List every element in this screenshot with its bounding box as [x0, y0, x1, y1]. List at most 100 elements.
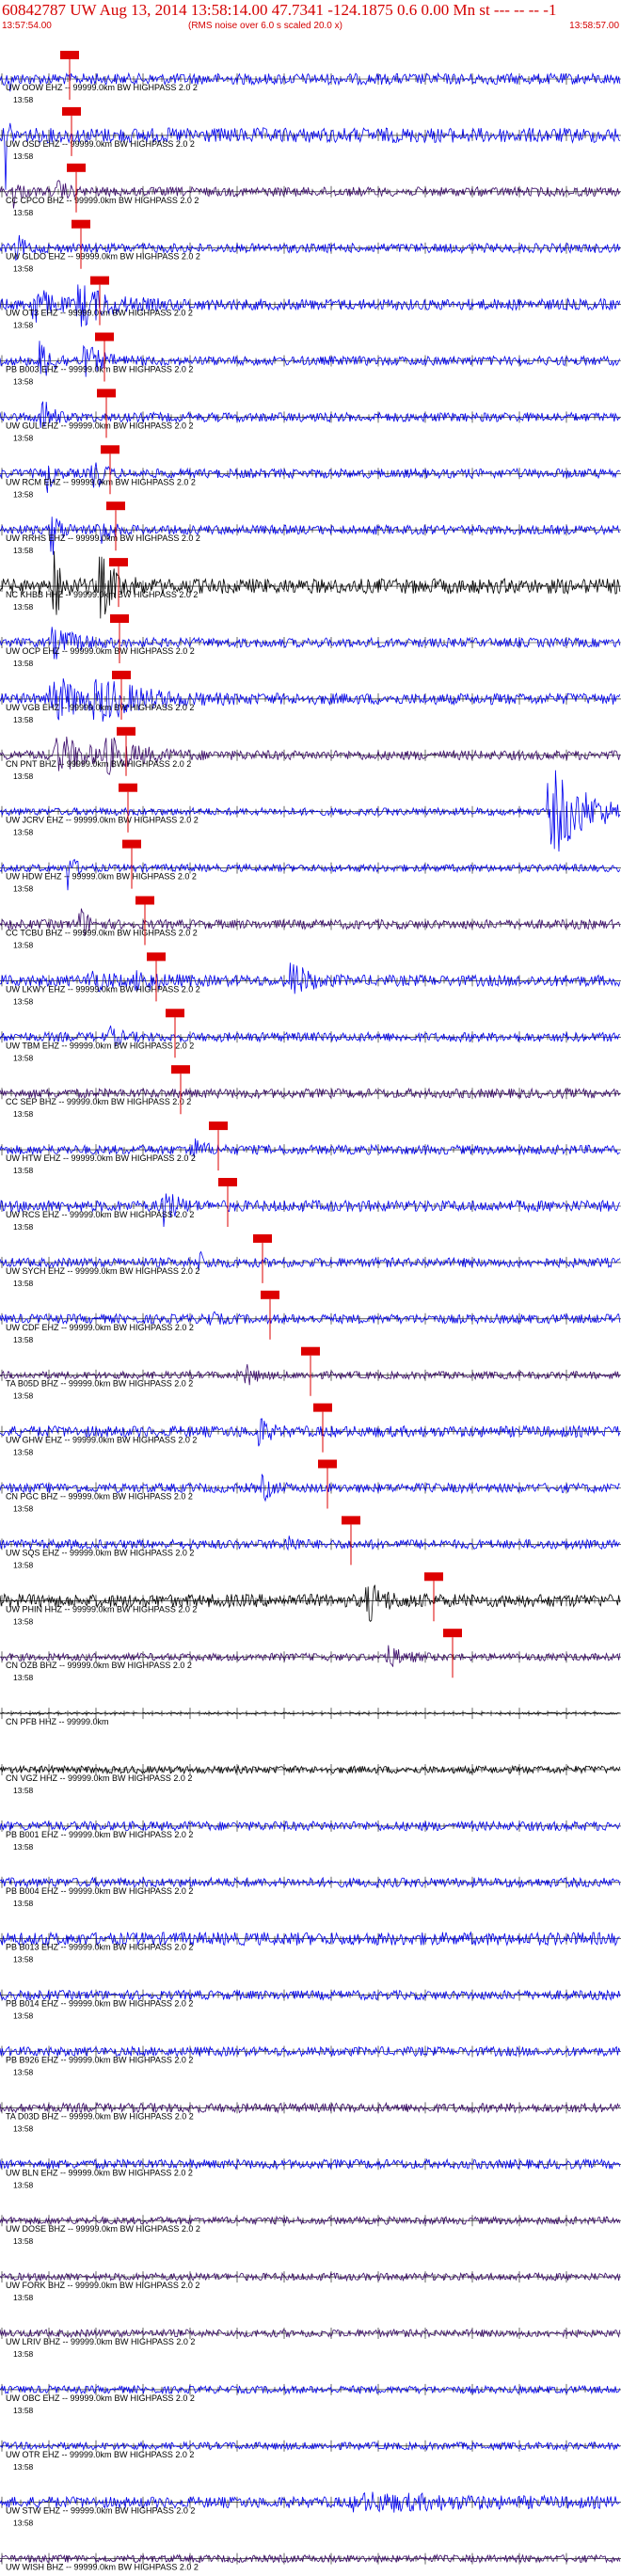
pick-marker: [318, 1459, 337, 1469]
station-label: CC TCBU BHZ -- 99999.0km BW HIGHPASS 2.0…: [6, 929, 198, 938]
minute-label: 13:58: [13, 321, 34, 330]
minute-label: 13:58: [13, 2349, 34, 2359]
station-label: UW VGB EHZ -- 99999.0km BW HIGHPASS 2.0 …: [6, 703, 194, 712]
plot-header: 60842787 UW Aug 13, 2014 13:58:14.00 47.…: [0, 0, 621, 38]
minute-label: 13:58: [13, 659, 34, 668]
station-label: UW FORK BHZ -- 99999.0km BW HIGHPASS 2.0…: [6, 2281, 199, 2290]
minute-label: 13:58: [13, 996, 34, 1006]
station-label: CN VGZ HHZ -- 99999.0km BW HIGHPASS 2.0 …: [6, 1773, 192, 1783]
minute-label: 13:58: [13, 2462, 34, 2472]
station-label: UW JCRV EHZ -- 99999.0km BW HIGHPASS 2.0…: [6, 816, 199, 825]
minute-label: 13:58: [13, 1391, 34, 1401]
minute-label: 13:58: [13, 884, 34, 894]
station-label: UW OCP EHZ -- 99999.0km BW HIGHPASS 2.0 …: [6, 646, 195, 656]
trace-waveform: [0, 1584, 621, 1622]
station-label: UW DOSE BHZ -- 99999.0km BW HIGHPASS 2.0…: [6, 2224, 200, 2234]
station-label: UW GHW EHZ -- 99999.0km BW HIGHPASS 2.0 …: [6, 1436, 197, 1445]
station-label: UW OSD EHZ -- 99999.0km BW HIGHPASS 2.0 …: [6, 139, 195, 149]
minute-label: 13:58: [13, 1616, 34, 1626]
minute-label: 13:58: [13, 546, 34, 555]
minute-label: 13:58: [13, 2519, 34, 2528]
station-label: UW OOW EHZ -- 99999.0km BW HIGHPASS 2.0 …: [6, 83, 198, 92]
station-label: UW TBM EHZ -- 99999.0km BW HIGHPASS 2.0 …: [6, 1041, 194, 1050]
minute-label: 13:58: [13, 941, 34, 950]
minute-label: 13:58: [13, 489, 34, 499]
minute-label: 13:58: [13, 1448, 34, 1457]
station-label: UW WISH BHZ -- 99999.0km BW HIGHPASS 2.0…: [6, 2563, 199, 2572]
pick-marker: [122, 839, 141, 849]
minute-label: 13:58: [13, 1504, 34, 1514]
trace-waveform: [0, 678, 621, 723]
minute-label: 13:58: [13, 2293, 34, 2302]
minute-label: 13:58: [13, 208, 34, 217]
station-label: UW OT3 EHZ -- 99999.0km BW HIGHPASS 2.0 …: [6, 309, 193, 318]
station-label: UW SYCH EHZ -- 99999.0km BW HIGHPASS 2.0…: [6, 1266, 199, 1276]
pick-marker: [171, 1065, 190, 1074]
pick-marker: [147, 952, 166, 962]
pick-marker: [135, 896, 154, 905]
pick-marker: [443, 1629, 462, 1638]
station-label: CN PGC BHZ -- 99999.0km BW HIGHPASS 2.0 …: [6, 1492, 193, 1502]
pick-marker: [110, 614, 129, 623]
station-label: PB B004 EHZ -- 99999.0km BW HIGHPASS 2.0…: [6, 1886, 193, 1896]
station-label: CN PFB HHZ -- 99999.0km: [6, 1717, 109, 1726]
station-label: NC KHBB HHZ -- 99999.0km BW HIGHPASS 2.0…: [6, 590, 198, 599]
pick-marker: [101, 445, 119, 454]
trace-waveform: [0, 770, 621, 852]
pick-marker: [209, 1121, 228, 1131]
station-label: UW RCS EHZ -- 99999.0km BW HIGHPASS 2.0 …: [6, 1210, 194, 1219]
end-time-label: 13:58:57.00: [569, 21, 619, 31]
station-label: CC CPCO BHZ -- 99999.0km BW HIGHPASS 2.0…: [6, 196, 199, 205]
minute-label: 13:58: [13, 828, 34, 837]
minute-label: 13:58: [13, 1842, 34, 1852]
pick-marker: [72, 219, 90, 229]
minute-label: 13:58: [13, 602, 34, 612]
station-label: PB B013 EHZ -- 99999.0km BW HIGHPASS 2.0…: [6, 1943, 193, 1952]
pick-marker: [97, 389, 116, 398]
minute-label: 13:58: [13, 95, 34, 104]
station-label: UW HTW EHZ -- 99999.0km BW HIGHPASS 2.0 …: [6, 1153, 196, 1163]
station-label: TA B05D BHZ -- 99999.0km BW HIGHPASS 2.0…: [6, 1379, 193, 1389]
minute-label: 13:58: [13, 2236, 34, 2246]
minute-label: 13:58: [13, 1786, 34, 1795]
station-label: UW GUL EHZ -- 99999.0km BW HIGHPASS 2.0 …: [6, 421, 194, 430]
station-label: CC SEP BHZ -- 99999.0km BW HIGHPASS 2.0 …: [6, 1097, 191, 1106]
station-label: TA D03D BHZ -- 99999.0km BW HIGHPASS 2.0…: [6, 2111, 194, 2121]
pick-marker: [342, 1516, 360, 1525]
station-label: PB B926 EHZ -- 99999.0km BW HIGHPASS 2.0…: [6, 2056, 193, 2065]
minute-label: 13:58: [13, 1560, 34, 1569]
minute-label: 13:58: [13, 264, 34, 274]
minute-label: 13:58: [13, 1899, 34, 1908]
pick-marker: [90, 276, 109, 285]
station-label: UW OTR EHZ -- 99999.0km BW HIGHPASS 2.0 …: [6, 2450, 194, 2459]
event-title: 60842787 UW Aug 13, 2014 13:58:14.00 47.…: [2, 1, 557, 19]
station-label: UW GLDO EHZ -- 99999.0km BW HIGHPASS 2.0…: [6, 252, 200, 262]
station-label: PB B001 EHZ -- 99999.0km BW HIGHPASS 2.0…: [6, 1830, 193, 1839]
start-time-label: 13:57:54.00: [2, 21, 52, 31]
pick-marker: [424, 1572, 443, 1582]
minute-label: 13:58: [13, 2406, 34, 2415]
minute-label: 13:58: [13, 1222, 34, 1232]
station-label: UW LKWY EHZ -- 99999.0km BW HIGHPASS 2.0…: [6, 984, 200, 994]
pick-marker: [261, 1290, 279, 1299]
minute-label: 13:58: [13, 2123, 34, 2133]
pick-marker: [95, 332, 114, 342]
trace-waveform: [0, 122, 621, 190]
station-label: CN OZB BHZ -- 99999.0km BW HIGHPASS 2.0 …: [6, 1661, 192, 1670]
pick-marker: [253, 1233, 272, 1243]
minute-label: 13:58: [13, 1955, 34, 1964]
station-label: UW HDW EHZ -- 99999.0km BW HIGHPASS 2.0 …: [6, 872, 197, 882]
pick-marker: [313, 1403, 332, 1412]
minute-label: 13:58: [13, 433, 34, 442]
pick-marker: [106, 501, 125, 511]
station-label: UW OBC EHZ -- 99999.0km BW HIGHPASS 2.0 …: [6, 2393, 195, 2403]
pick-marker: [109, 558, 128, 567]
pick-marker: [119, 783, 137, 792]
pick-marker: [67, 163, 86, 172]
minute-label: 13:58: [13, 151, 34, 161]
trace-waveform: [0, 284, 621, 327]
pick-marker: [166, 1009, 184, 1018]
minute-label: 13:58: [13, 377, 34, 387]
minute-label: 13:58: [13, 1109, 34, 1119]
minute-label: 13:58: [13, 1335, 34, 1344]
